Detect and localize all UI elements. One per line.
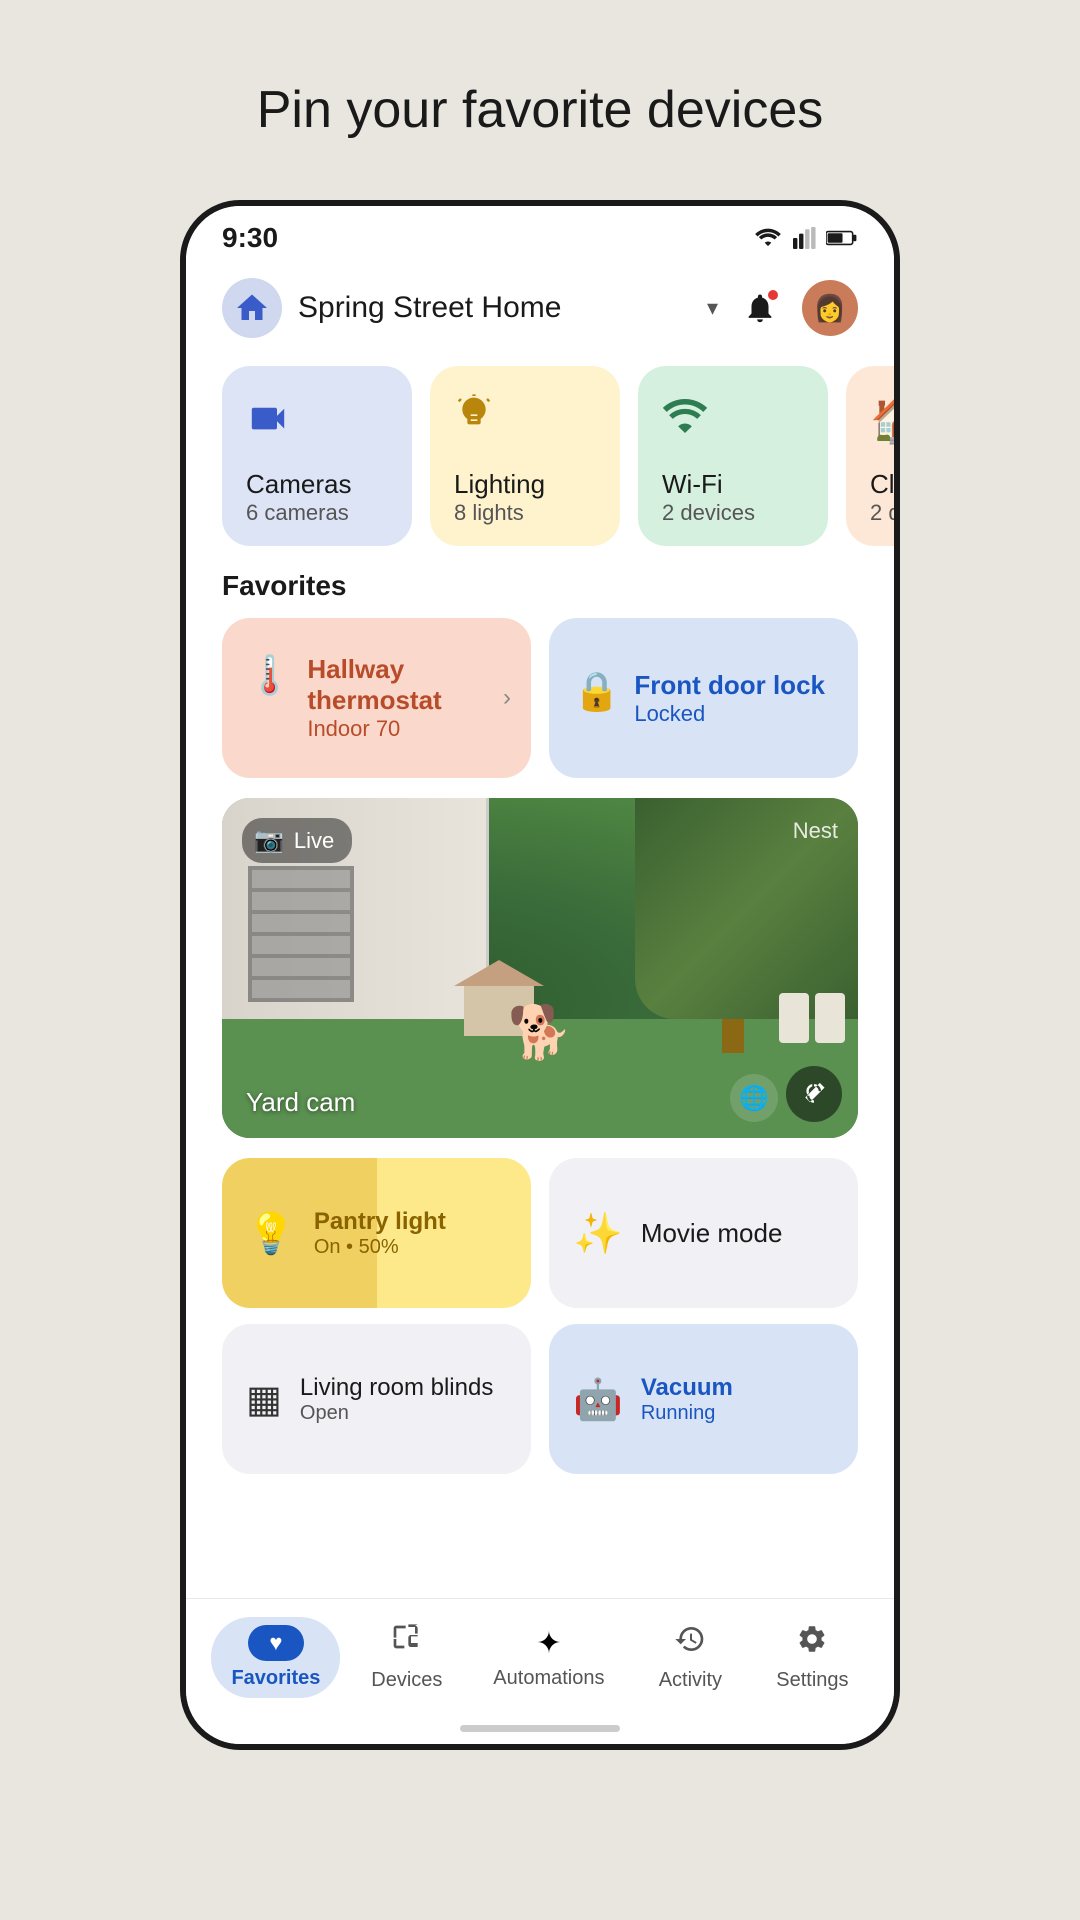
pantry-status: On • 50% [314, 1236, 446, 1259]
nav-item-devices[interactable]: Devices [351, 1615, 462, 1700]
movie-mode-card[interactable]: ✨ Movie mode [549, 1158, 858, 1308]
lock-icon: 🔒 [573, 670, 620, 714]
devices-nav-icon [391, 1623, 423, 1663]
category-card-cameras[interactable]: Cameras 6 cameras [222, 366, 412, 546]
nav-item-favorites[interactable]: ♥ Favorites [211, 1617, 340, 1698]
signal-icon [792, 227, 816, 249]
vacuum-name: Vacuum [641, 1374, 733, 1402]
live-text: Live [294, 828, 334, 854]
blinds-card[interactable]: ▦ Living room blinds Open [222, 1324, 531, 1474]
wifi-icon [754, 227, 782, 249]
nest-badge: Nest [793, 818, 838, 844]
pantry-light-icon: 💡 [246, 1210, 296, 1257]
wifi-label: Wi-Fi [662, 469, 804, 500]
status-time: 9:30 [222, 222, 278, 254]
lock-card[interactable]: 🔒 Front door lock Locked [549, 618, 858, 778]
favorites-row-3: ▦ Living room blinds Open 🤖 Vacuum Runni… [186, 1324, 894, 1490]
chevron-down-icon[interactable]: ▾ [707, 295, 718, 321]
settings-nav-label: Settings [776, 1669, 848, 1692]
camera-label: Yard cam [246, 1087, 355, 1118]
lighting-icon [454, 394, 596, 449]
wifi-sub: 2 devices [662, 500, 804, 526]
wifi-category-icon [662, 394, 804, 444]
nav-item-activity[interactable]: Activity [635, 1615, 745, 1700]
thermostat-name: Hallway thermostat [307, 654, 507, 716]
status-bar: 9:30 [186, 206, 894, 262]
settings-nav-icon [796, 1623, 828, 1663]
battery-icon [826, 229, 858, 247]
vacuum-icon: 🤖 [573, 1376, 623, 1423]
mute-icon [800, 1080, 828, 1108]
thermostat-icon: 🌡️ [246, 654, 293, 698]
blinds-status: Open [300, 1402, 493, 1425]
lighting-sub: 8 lights [454, 500, 596, 526]
vacuum-status: Running [641, 1402, 733, 1425]
thermostat-status: Indoor 70 [307, 716, 507, 742]
devices-nav-label: Devices [371, 1669, 442, 1692]
thermostat-card[interactable]: 🌡️ Hallway thermostat Indoor 70 › [222, 618, 531, 778]
sparkles-icon: ✨ [573, 1210, 623, 1257]
home-name[interactable]: Spring Street Home [298, 291, 685, 325]
favorites-nav-icon: ♥ [248, 1625, 304, 1661]
user-avatar[interactable]: 👩 [802, 280, 858, 336]
favorites-row-2: 💡 Pantry light On • 50% ✨ Movie mode [186, 1158, 894, 1324]
activity-nav-icon [674, 1623, 706, 1663]
nav-item-settings[interactable]: Settings [756, 1615, 868, 1700]
activity-nav-label: Activity [659, 1669, 722, 1692]
app-header: Spring Street Home ▾ 👩 [186, 262, 894, 358]
favorites-section-title: Favorites [186, 570, 894, 618]
phone-frame: 9:30 [180, 200, 900, 1750]
home-indicator [186, 1712, 894, 1744]
favorites-row-1: 🌡️ Hallway thermostat Indoor 70 › 🔒 Fron… [186, 618, 894, 798]
live-badge: 📷 Live [242, 818, 352, 863]
cam-dog: 🐕 [508, 1002, 573, 1063]
automations-nav-icon: ✦ [536, 1626, 561, 1661]
home-indicator-bar [460, 1725, 620, 1732]
camera-icon: 📷 [254, 826, 284, 855]
home-icon [234, 290, 270, 326]
automations-nav-label: Automations [493, 1667, 604, 1690]
category-card-wifi[interactable]: Wi-Fi 2 devices [638, 366, 828, 546]
camera-feed[interactable]: 🐕 📷 Live Nest Yard cam 🌐 [222, 798, 858, 1138]
thermostat-chevron-icon: › [503, 684, 511, 712]
lock-status: Locked [634, 701, 834, 727]
page-title: Pin your favorite devices [257, 80, 824, 140]
nav-item-automations[interactable]: ✦ Automations [473, 1618, 624, 1698]
category-card-extra[interactable]: 🏠 Climate 2 devices [846, 366, 894, 546]
cameras-label: Cameras [246, 469, 388, 500]
blinds-name: Living room blinds [300, 1374, 493, 1402]
camera-globe-icon[interactable]: 🌐 [730, 1074, 778, 1122]
app-content: Spring Street Home ▾ 👩 Cameras [186, 262, 894, 1598]
vacuum-card[interactable]: 🤖 Vacuum Running [549, 1324, 858, 1474]
extra-label: Climate [870, 469, 894, 500]
status-icons [754, 227, 858, 249]
camera-mute-button[interactable] [786, 1066, 842, 1122]
cameras-icon [246, 394, 388, 444]
bottom-nav: ♥ Favorites Devices ✦ Automations Activi… [186, 1598, 894, 1712]
notification-dot [766, 288, 780, 302]
extra-icon: 🏠 [870, 394, 894, 446]
notifications-button[interactable] [734, 282, 786, 334]
extra-sub: 2 devices [870, 500, 894, 526]
pantry-name: Pantry light [314, 1208, 446, 1236]
category-card-lighting[interactable]: Lighting 8 lights [430, 366, 620, 546]
favorites-nav-label: Favorites [231, 1667, 320, 1690]
categories-row: Cameras 6 cameras Lighting 8 lights [186, 358, 894, 570]
cameras-sub: 6 cameras [246, 500, 388, 526]
lighting-label: Lighting [454, 469, 596, 500]
home-icon-wrapper [222, 278, 282, 338]
movie-mode-label: Movie mode [641, 1218, 783, 1249]
pantry-card[interactable]: 💡 Pantry light On • 50% [222, 1158, 531, 1308]
lock-name: Front door lock [634, 670, 834, 701]
blinds-icon: ▦ [246, 1377, 282, 1422]
